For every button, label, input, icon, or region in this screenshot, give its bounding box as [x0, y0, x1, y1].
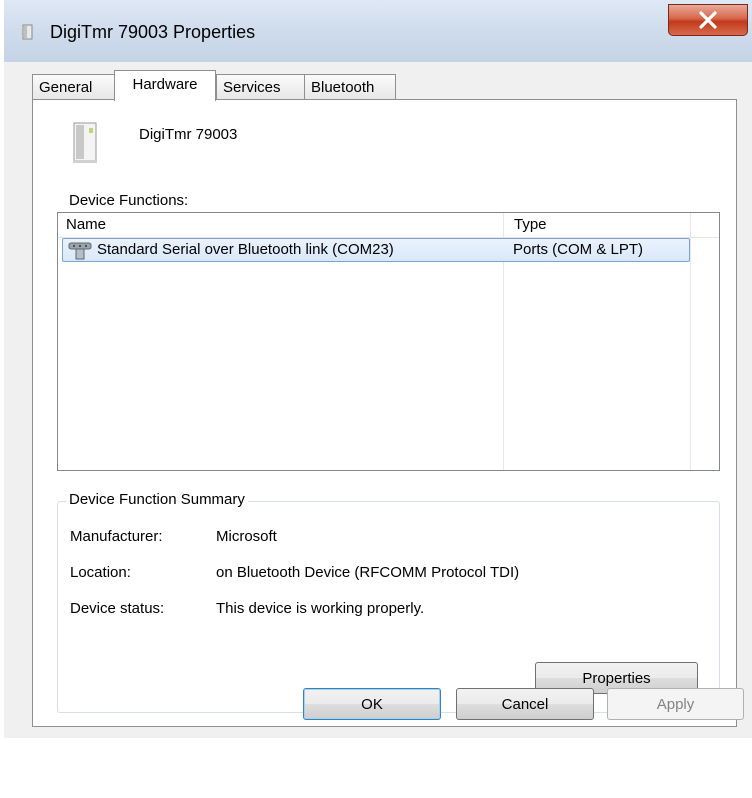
tab-hardware[interactable]: Hardware: [114, 70, 216, 101]
manufacturer-value: Microsoft: [216, 528, 277, 545]
close-button[interactable]: [668, 4, 748, 36]
ok-button[interactable]: OK: [303, 688, 441, 720]
device-icon: [73, 122, 97, 163]
device-status-label: Device status:: [70, 600, 165, 617]
cancel-button[interactable]: Cancel: [456, 688, 594, 720]
list-header: Name Type: [58, 213, 719, 238]
column-divider[interactable]: [690, 213, 691, 470]
apply-button[interactable]: Apply: [607, 688, 744, 720]
device-function-summary: Device Function Summary Manufacturer: Mi…: [57, 491, 720, 713]
column-header-type[interactable]: Type: [514, 213, 547, 237]
list-item[interactable]: Standard Serial over Bluetooth link (COM…: [62, 238, 690, 262]
manufacturer-label: Manufacturer:: [70, 528, 163, 545]
title-bar[interactable]: DigiTmr 79003 Properties: [4, 0, 752, 63]
device-small-icon: [22, 24, 33, 40]
hardware-panel: DigiTmr 79003 Device Functions: Name Typ…: [32, 99, 737, 727]
summary-title: Device Function Summary: [66, 491, 248, 508]
properties-dialog: DigiTmr 79003 Properties General Hardwar…: [4, 0, 752, 798]
tab-services[interactable]: Services: [216, 74, 305, 100]
close-icon: [699, 11, 717, 29]
dialog-content: General Hardware Services Bluetooth Digi…: [4, 62, 752, 738]
serial-port-icon: [68, 242, 92, 260]
function-type: Ports (COM & LPT): [513, 241, 644, 258]
tab-general[interactable]: General: [32, 74, 115, 100]
device-name: DigiTmr 79003: [139, 126, 238, 143]
device-functions-list[interactable]: Name Type Standard Serial over Bluetooth…: [57, 212, 720, 471]
device-functions-label: Device Functions:: [69, 192, 189, 209]
tab-bluetooth[interactable]: Bluetooth: [304, 74, 396, 100]
location-value: on Bluetooth Device (RFCOMM Protocol TDI…: [216, 564, 520, 581]
location-label: Location:: [70, 564, 131, 581]
window-title: DigiTmr 79003 Properties: [50, 22, 256, 42]
device-status-value: This device is working properly.: [216, 600, 425, 617]
function-name: Standard Serial over Bluetooth link (COM…: [97, 241, 394, 258]
column-header-name[interactable]: Name: [66, 213, 106, 237]
